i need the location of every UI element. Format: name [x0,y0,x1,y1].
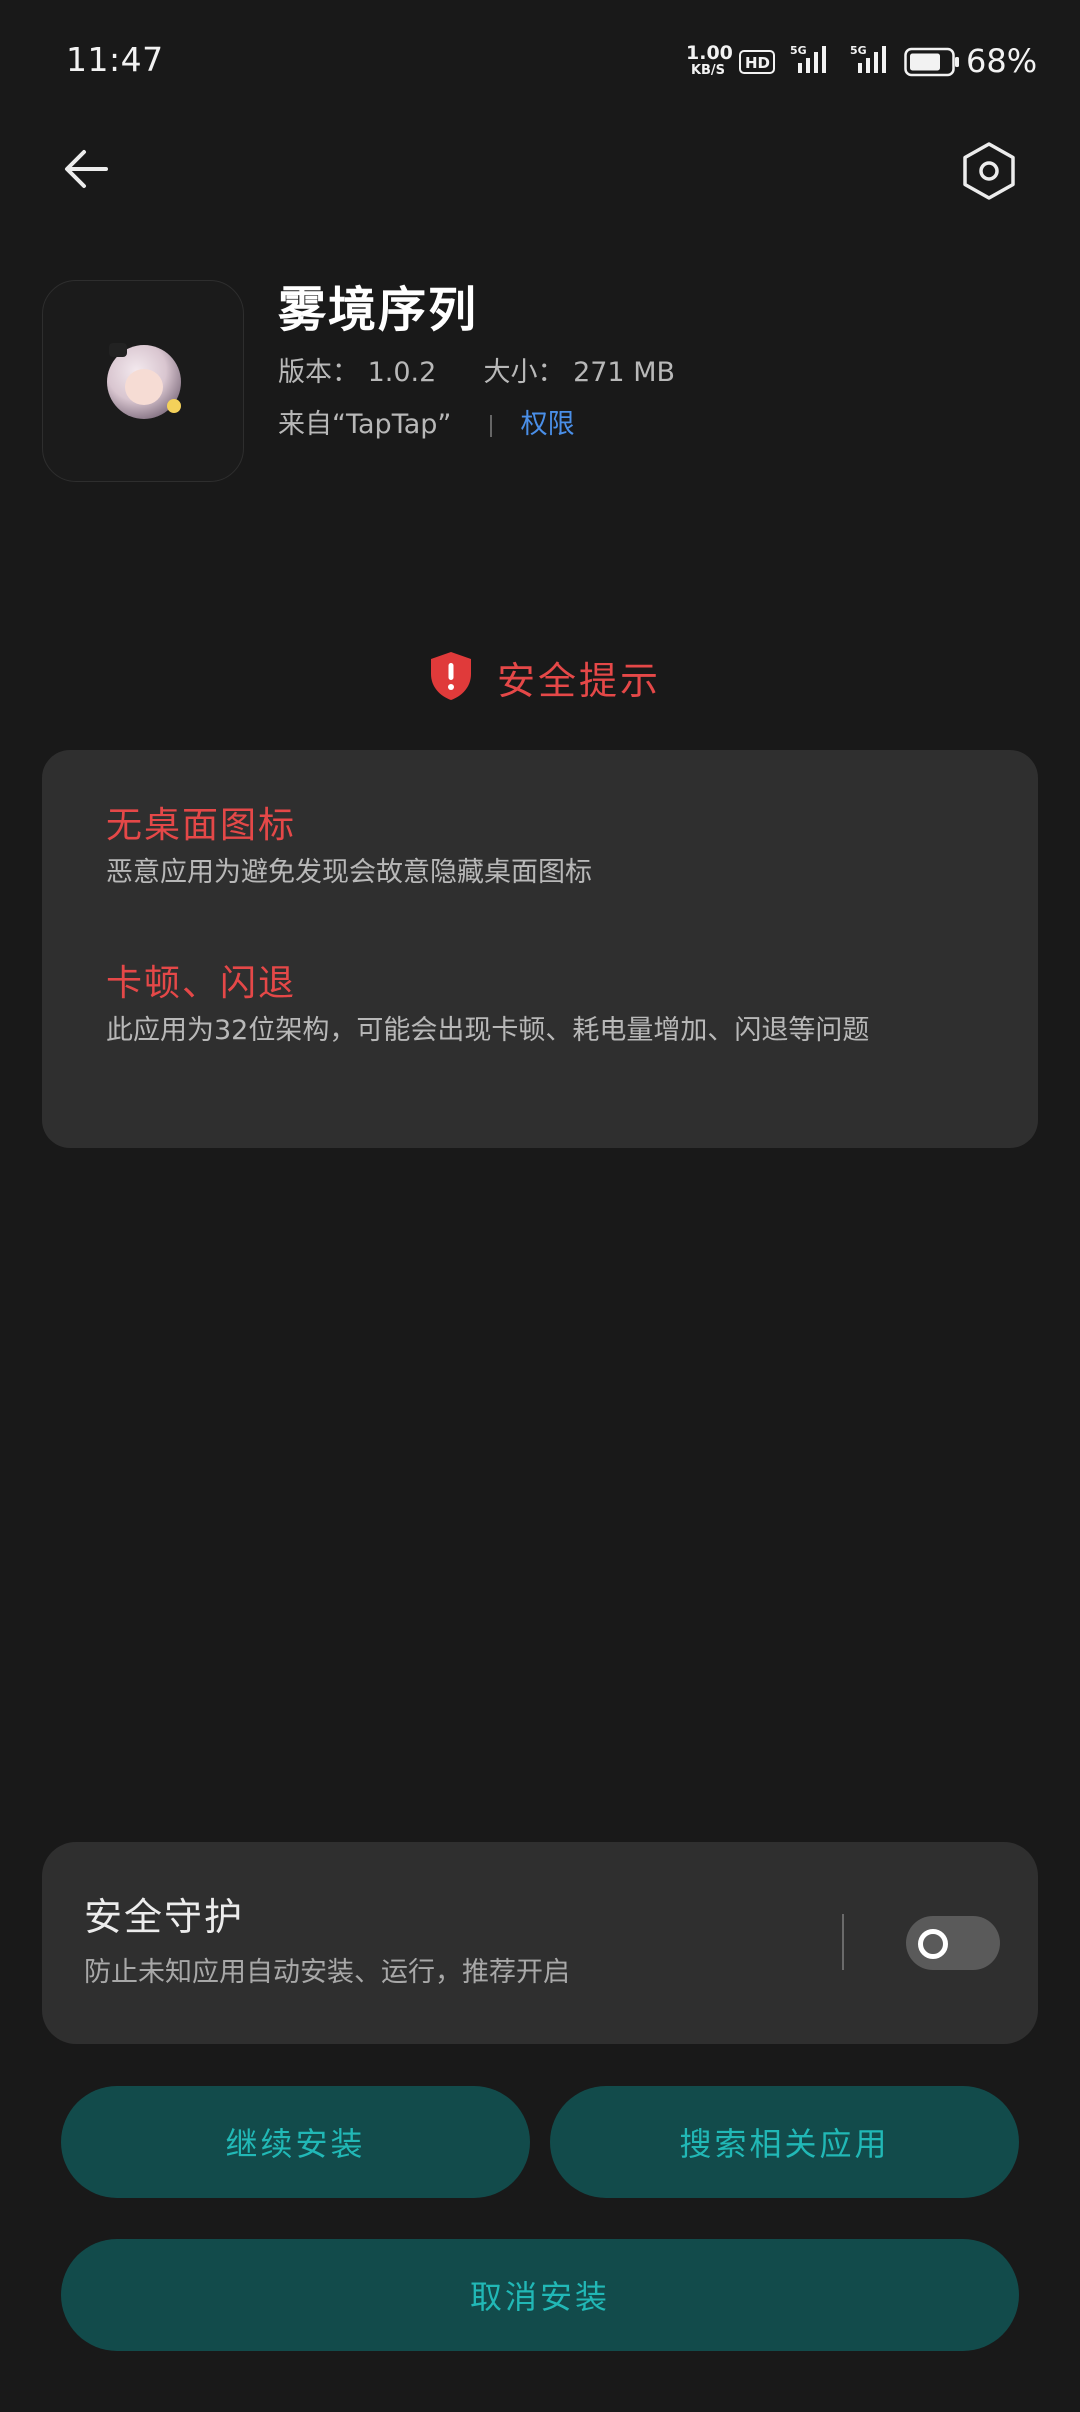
security-guard-card: 安全守护 防止未知应用自动安装、运行，推荐开启 [42,1842,1038,2044]
battery-percent: 68% [966,42,1038,80]
warning-desc-no-icon: 恶意应用为避免发现会故意隐藏桌面图标 [106,857,592,888]
security-tip-title: 安全提示 [497,659,662,703]
shield-warning-icon [431,652,471,700]
source-divider [489,414,492,437]
permissions-link[interactable]: 权限 [521,409,575,440]
size-value: 271 MB [573,357,676,388]
warning-title-lag-crash: 卡顿、闪退 [106,963,297,1004]
warning-card: 无桌面图标 恶意应用为避免发现会故意隐藏桌面图标 卡顿、闪退 此应用为32位架构… [42,750,1038,1148]
warning-desc-lag-crash: 此应用为32位架构，可能会出现卡顿、耗电量增加、闪退等问题 [106,1015,870,1046]
settings-hexagon-icon[interactable] [958,140,1020,202]
signal-sim2-icon: 5G [850,44,886,73]
back-arrow-icon[interactable] [58,140,116,198]
app-name: 雾境序列 [278,282,479,338]
app-icon [42,280,244,482]
status-bar: 11:47 1.00 KB/S HD 5G 5G 68% [0,0,1080,120]
sim1-label: 5G [790,44,807,57]
status-time: 11:47 [66,40,164,79]
security-guard-toggle[interactable] [906,1916,1000,1970]
avatar-hair-bow [109,343,127,357]
guard-description: 防止未知应用自动安装、运行，推荐开启 [84,1957,570,1988]
version-label: 版本： [278,357,359,388]
signal-sim1-icon: 5G [790,44,826,73]
battery-icon [904,47,959,77]
continue-install-button[interactable]: 继续安装 [61,2086,530,2198]
version-value: 1.0.2 [367,357,437,388]
install-screen: 11:47 1.00 KB/S HD 5G 5G 68% 雾境序列 版本： 1.… [0,0,1080,2412]
guard-divider [842,1914,844,1970]
toggle-knob [918,1929,948,1959]
search-related-apps-button[interactable]: 搜索相关应用 [550,2086,1019,2198]
app-source: 来自“TapTap” [278,409,452,440]
guard-title: 安全守护 [84,1895,245,1939]
avatar-flower [167,399,181,413]
sim2-label: 5G [850,44,867,57]
avatar-face [125,369,163,405]
hd-label: HD [745,54,770,72]
size-label: 大小： [483,357,565,388]
app-version-size: 版本： 1.0.2 大小： 271 MB [278,350,675,389]
hd-voice-icon: HD [739,50,775,74]
app-source-line: 来自“TapTap” 权限 [278,402,575,441]
network-speed-unit: KB/S [690,63,726,78]
network-speed: 1.00 KB/S [686,42,733,78]
cancel-install-button[interactable]: 取消安装 [61,2239,1019,2351]
warning-title-no-icon: 无桌面图标 [106,805,297,846]
network-speed-value: 1.00 [686,42,733,64]
